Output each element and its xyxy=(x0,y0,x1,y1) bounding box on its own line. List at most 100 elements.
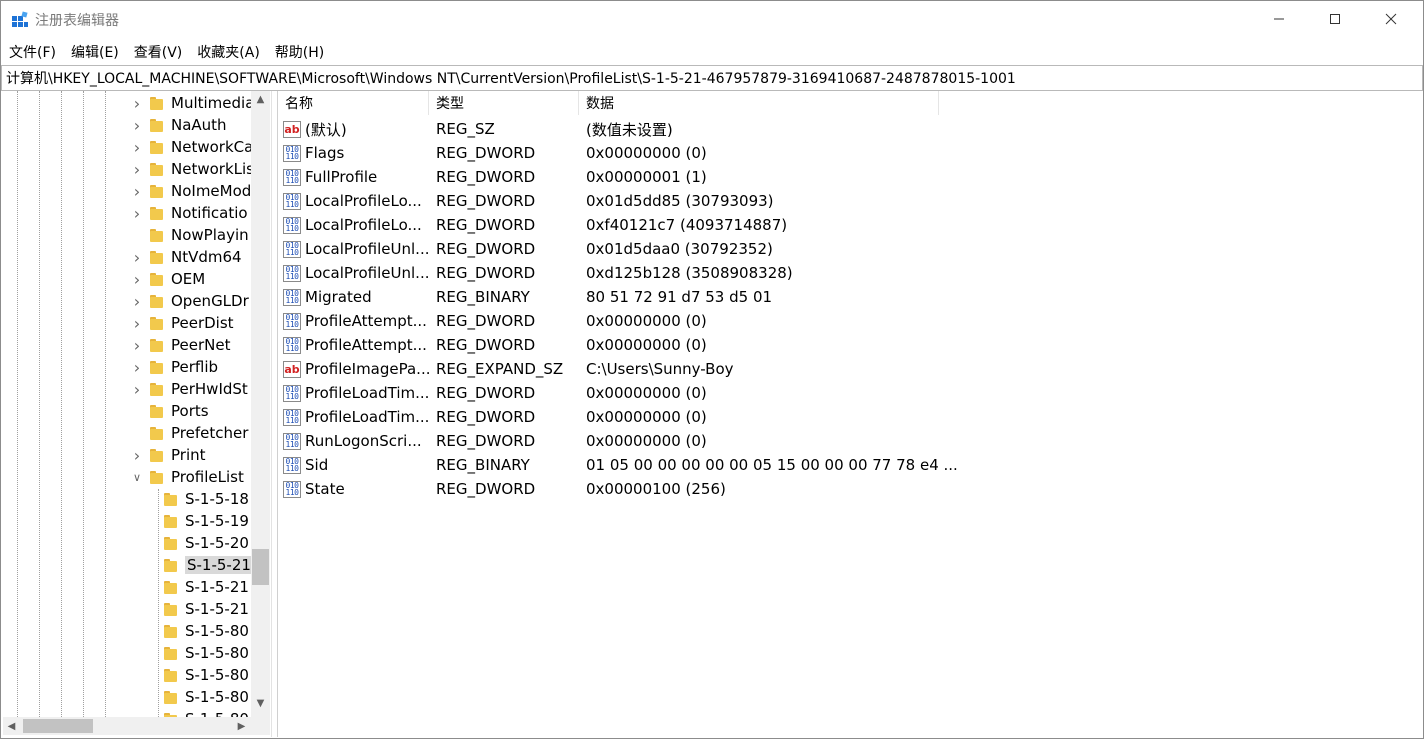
expand-chevron-icon[interactable]: › xyxy=(130,378,144,400)
expand-chevron-icon[interactable]: › xyxy=(130,312,144,334)
collapse-chevron-icon[interactable]: ∨ xyxy=(130,466,144,488)
tree-item[interactable]: › OpenGLDr xyxy=(130,290,249,312)
tree-item[interactable]: › NaAuth xyxy=(130,114,227,136)
value-row[interactable]: 010 110 Flags REG_DWORD 0x00000000 (0) xyxy=(278,141,938,165)
scroll-left-icon[interactable]: ◀ xyxy=(3,717,20,735)
tree-item[interactable]: › PeerDist xyxy=(130,312,234,334)
menu-help[interactable]: 帮助(H) xyxy=(267,39,331,63)
scroll-down-icon[interactable]: ▼ xyxy=(251,695,270,712)
tree-item-selected[interactable]: S-1-5-21 xyxy=(164,554,253,576)
folder-icon xyxy=(164,492,177,506)
value-name-cell: 010 110 State xyxy=(283,477,428,501)
column-header-type[interactable]: 类型 xyxy=(429,91,579,115)
tree-item[interactable]: ∨ ProfileList xyxy=(130,466,244,488)
tree-guide-line xyxy=(17,91,19,717)
tree-item[interactable]: › Perflib xyxy=(130,356,218,378)
expand-chevron-icon[interactable]: › xyxy=(130,136,144,158)
tree-item[interactable]: › Print xyxy=(130,444,206,466)
maximize-button[interactable] xyxy=(1312,1,1358,37)
minimize-button[interactable] xyxy=(1256,1,1302,37)
tree-item[interactable]: › PerHwIdSt xyxy=(130,378,248,400)
tree-item[interactable]: S-1-5-80 xyxy=(164,620,249,642)
tree-item[interactable]: › NetworkLis xyxy=(130,158,254,180)
value-name-cell: 010 110 LocalProfileLo... xyxy=(283,213,428,237)
value-row[interactable]: 010 110 LocalProfileUnl... REG_DWORD 0x01d5d… xyxy=(278,237,938,261)
value-name: ProfileAttempt... xyxy=(305,336,427,354)
tree-item[interactable]: S-1-5-21 xyxy=(164,576,249,598)
value-row[interactable]: 010 110 State REG_DWORD 0x00000100 (256) xyxy=(278,477,938,501)
scroll-up-icon[interactable]: ▲ xyxy=(251,91,270,108)
column-header-name[interactable]: 名称 xyxy=(278,91,429,115)
value-row[interactable]: 010 110 ProfileLoadTim... REG_DWORD 0x000000… xyxy=(278,405,938,429)
value-name-cell: 010 110 Migrated xyxy=(283,285,428,309)
menu-edit[interactable]: 编辑(E) xyxy=(63,39,126,63)
tree-item[interactable]: › NtVdm64 xyxy=(130,246,242,268)
expand-chevron-icon[interactable]: › xyxy=(130,202,144,224)
value-row[interactable]: 010 110 FullProfile REG_DWORD 0x00000001 (1) xyxy=(278,165,938,189)
value-row[interactable]: 010 110 ProfileAttempt... REG_DWORD 0x000000… xyxy=(278,309,938,333)
menu-file[interactable]: 文件(F) xyxy=(1,39,63,63)
value-row[interactable]: 010 110 LocalProfileLo... REG_DWORD 0xf40121… xyxy=(278,213,938,237)
tree-vertical-scrollbar[interactable]: ▲ ▼ xyxy=(251,91,270,717)
value-row[interactable]: 010 110 Migrated REG_BINARY 80 51 72 91 d7 5… xyxy=(278,285,938,309)
title-bar[interactable]: 注册表编辑器 xyxy=(1,1,1423,37)
tree-item[interactable]: S-1-5-80 xyxy=(164,664,249,686)
values-list-pane[interactable]: 名称 类型 数据 ab (默认) REG_SZ (数值未设置) 010 110 Flags R… xyxy=(277,91,1423,737)
expand-chevron-icon[interactable]: › xyxy=(130,356,144,378)
expand-chevron-icon[interactable]: › xyxy=(130,444,144,466)
value-data: 0xd125b128 (3508908328) xyxy=(586,264,793,282)
tree-item[interactable]: › PeerNet xyxy=(130,334,231,356)
tree-item[interactable]: S-1-5-20 xyxy=(164,532,249,554)
menu-view[interactable]: 查看(V) xyxy=(126,39,190,63)
expand-chevron-icon[interactable]: › xyxy=(130,158,144,180)
tree-item[interactable]: NowPlayin xyxy=(130,224,249,246)
folder-icon xyxy=(150,316,163,330)
tree-item-label: Print xyxy=(171,446,206,464)
tree-item[interactable]: › NoImeMod xyxy=(130,180,252,202)
column-header-data[interactable]: 数据 xyxy=(579,91,939,115)
regedit-app-icon xyxy=(12,11,28,27)
folder-icon xyxy=(164,514,177,528)
expand-chevron-icon[interactable]: › xyxy=(130,334,144,356)
value-row[interactable]: ab ProfileImagePa... REG_EXPAND_SZ C:\Users… xyxy=(278,357,938,381)
menu-favorites[interactable]: 收藏夹(A) xyxy=(189,39,267,63)
tree-item[interactable]: Prefetcher xyxy=(130,422,248,444)
key-tree-pane[interactable]: › Multimedia › NaAuth › NetworkCa › NetworkLis ›… xyxy=(3,91,272,737)
value-row[interactable]: 010 110 ProfileAttempt... REG_DWORD 0x000000… xyxy=(278,333,938,357)
tree-item[interactable]: S-1-5-19 xyxy=(164,510,249,532)
tree-item[interactable]: S-1-5-21 xyxy=(164,598,249,620)
tree-horizontal-scrollbar[interactable]: ◀ ▶ xyxy=(3,717,251,735)
value-row[interactable]: 010 110 LocalProfileUnl... REG_DWORD 0xd125b… xyxy=(278,261,938,285)
tree-item[interactable]: S-1-5-80 xyxy=(164,642,249,664)
value-type: REG_BINARY xyxy=(436,288,530,306)
value-name-cell: 010 110 LocalProfileUnl... xyxy=(283,261,429,285)
value-data: 0x00000000 (0) xyxy=(586,432,707,450)
folder-icon xyxy=(150,184,163,198)
tree-item[interactable]: › NetworkCa xyxy=(130,136,254,158)
tree-item[interactable]: › OEM xyxy=(130,268,205,290)
expand-chevron-icon[interactable]: › xyxy=(130,268,144,290)
expand-chevron-icon[interactable]: › xyxy=(130,92,144,114)
expand-chevron-icon[interactable]: › xyxy=(130,114,144,136)
value-row[interactable]: ab (默认) REG_SZ (数值未设置) xyxy=(278,117,938,141)
scroll-right-icon[interactable]: ▶ xyxy=(233,717,250,735)
tree-item[interactable]: › Notificatio xyxy=(130,202,248,224)
expand-chevron-icon[interactable]: › xyxy=(130,246,144,268)
value-row[interactable]: 010 110 RunLogonScri... REG_DWORD 0x00000000… xyxy=(278,429,938,453)
address-path[interactable]: 计算机\HKEY_LOCAL_MACHINE\SOFTWARE\Microsof… xyxy=(6,68,1016,88)
tree-item[interactable]: › Multimedia xyxy=(130,92,255,114)
value-row[interactable]: 010 110 LocalProfileLo... REG_DWORD 0x01d5dd… xyxy=(278,189,938,213)
binary-value-icon: 010 110 xyxy=(283,384,301,402)
tree-item[interactable]: Ports xyxy=(130,400,209,422)
expand-chevron-icon[interactable]: › xyxy=(130,180,144,202)
address-bar[interactable]: 计算机\HKEY_LOCAL_MACHINE\SOFTWARE\Microsof… xyxy=(1,65,1423,91)
close-button[interactable] xyxy=(1368,1,1414,37)
tree-item[interactable]: S-1-5-80 xyxy=(164,686,249,708)
vertical-scroll-thumb[interactable] xyxy=(252,549,269,585)
tree-item[interactable]: S-1-5-18 xyxy=(164,488,249,510)
value-row[interactable]: 010 110 Sid REG_BINARY 01 05 00 00 00 00 00 … xyxy=(278,453,958,477)
value-row[interactable]: 010 110 ProfileLoadTim... REG_DWORD 0x000000… xyxy=(278,381,938,405)
expand-chevron-icon[interactable]: › xyxy=(130,290,144,312)
folder-icon xyxy=(150,338,163,352)
horizontal-scroll-thumb[interactable] xyxy=(23,719,93,733)
